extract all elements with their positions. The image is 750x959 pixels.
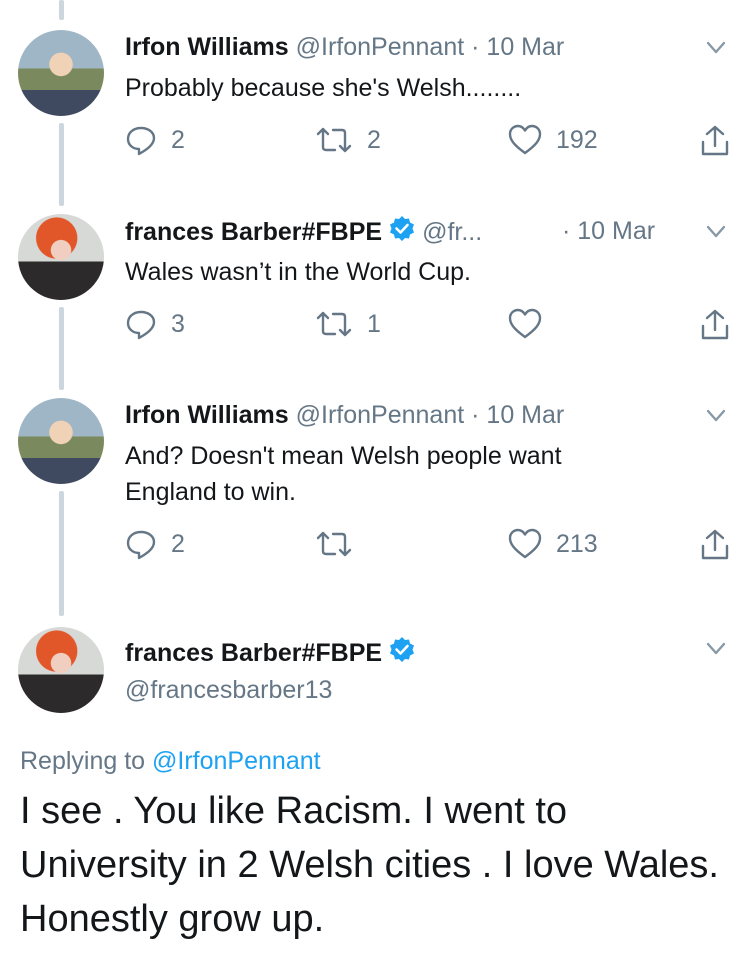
like-button[interactable]: 213 (508, 528, 598, 560)
retweet-button[interactable]: 2 (315, 124, 381, 156)
avatar[interactable] (18, 30, 104, 116)
retweet-count: 1 (367, 309, 381, 338)
retweet-icon (316, 311, 352, 337)
reply-count: 3 (171, 309, 185, 338)
thread-line (59, 491, 64, 616)
reply-count: 2 (171, 125, 185, 154)
replying-handle-link[interactable]: @IrfonPennant (152, 747, 321, 775)
chevron-down-icon[interactable] (706, 409, 726, 423)
handle[interactable]: @francesbarber13 (125, 674, 332, 706)
retweet-button[interactable]: 1 (315, 308, 381, 340)
display-name[interactable]: Irfon Williams (125, 33, 289, 61)
reply-button[interactable]: 2 (125, 528, 185, 560)
like-button[interactable] (508, 308, 556, 340)
timestamp[interactable]: 10 Mar (486, 33, 564, 61)
like-count: 192 (556, 125, 598, 154)
tweet-text: Wales wasn’t in the World Cup. (125, 258, 471, 286)
tweet-text: I see . You like Racism. I went to Unive… (20, 790, 719, 940)
verified-badge-icon (390, 216, 415, 241)
reply-icon (126, 530, 156, 560)
tweet-date-group: · 10 Mar (562, 215, 655, 247)
thread-line (59, 0, 64, 20)
thread-line (59, 123, 64, 206)
separator-dot: · (471, 401, 480, 429)
like-count: 213 (556, 529, 598, 558)
tweet-header: frances Barber#FBPE @fr... (125, 215, 482, 248)
share-icon[interactable] (698, 308, 732, 342)
share-icon[interactable] (698, 528, 732, 562)
retweet-icon (316, 127, 352, 153)
tweet-header: Irfon Williams @IrfonPennant · 10 Mar (125, 31, 564, 63)
handle[interactable]: @fr... (422, 218, 482, 246)
reply-button[interactable]: 3 (125, 308, 185, 340)
tweet-header: Irfon Williams @IrfonPennant · 10 Mar (125, 399, 564, 431)
chevron-down-icon[interactable] (706, 41, 726, 55)
retweet-button[interactable] (315, 528, 367, 560)
heart-icon (508, 528, 542, 559)
heart-icon (508, 124, 542, 155)
chevron-down-icon[interactable] (706, 642, 726, 656)
separator-dot: · (562, 217, 571, 245)
display-name[interactable]: frances Barber#FBPE (125, 218, 382, 246)
display-name[interactable]: frances Barber#FBPE (125, 639, 382, 667)
verified-badge-icon (390, 637, 415, 662)
tweet-text: And? Doesn't mean Welsh people want Engl… (125, 442, 562, 506)
handle[interactable]: @IrfonPennant (296, 401, 465, 429)
reply-icon (126, 310, 156, 340)
heart-icon (508, 308, 542, 339)
avatar[interactable] (18, 627, 104, 713)
replying-to: Replying to @IrfonPennant (20, 745, 321, 777)
retweet-count: 2 (367, 125, 381, 154)
tweet-text: Probably because she's Welsh........ (125, 74, 522, 102)
display-name-row: frances Barber#FBPE (125, 636, 422, 669)
reply-button[interactable]: 2 (125, 124, 185, 156)
thread-line (59, 307, 64, 390)
display-name[interactable]: Irfon Williams (125, 401, 289, 429)
avatar[interactable] (18, 398, 104, 484)
retweet-icon (316, 531, 352, 557)
replying-prefix: Replying to (20, 747, 153, 775)
avatar[interactable] (18, 214, 104, 300)
like-button[interactable]: 192 (508, 124, 598, 156)
timestamp[interactable]: 10 Mar (577, 217, 655, 245)
share-icon[interactable] (698, 124, 732, 158)
reply-icon (126, 126, 156, 156)
timestamp[interactable]: 10 Mar (486, 401, 564, 429)
handle[interactable]: @IrfonPennant (296, 33, 465, 61)
separator-dot: · (471, 33, 480, 61)
reply-count: 2 (171, 529, 185, 558)
chevron-down-icon[interactable] (706, 225, 726, 239)
